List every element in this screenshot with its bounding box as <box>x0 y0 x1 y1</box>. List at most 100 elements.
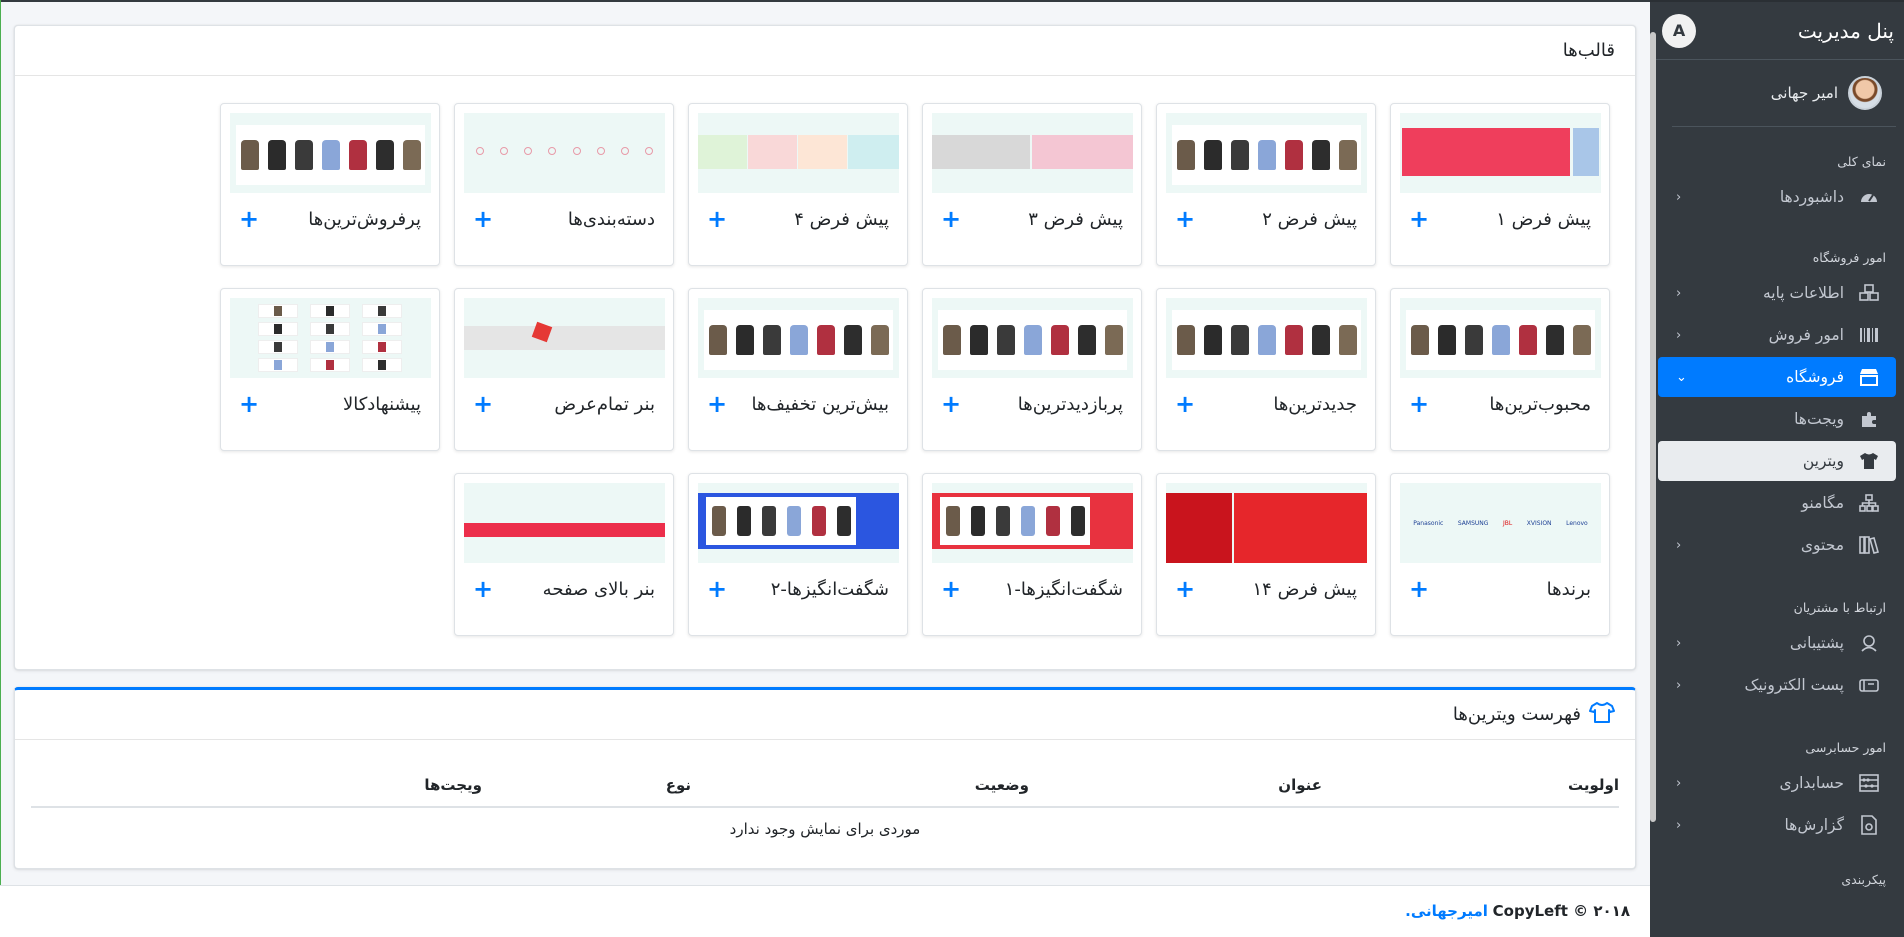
template-card[interactable]: پیش فرض ۴ + <box>688 103 908 266</box>
template-preview-image <box>932 483 1133 563</box>
template-caption: پیشنهادکالا + <box>239 389 421 419</box>
template-title: بنر تمام‌عرض <box>554 393 655 415</box>
file-invoice-icon <box>1858 814 1880 836</box>
template-title: شگفت‌انگیزها-۱ <box>1004 578 1123 600</box>
tachometer-icon <box>1858 186 1880 208</box>
col-status[interactable]: وضعیت <box>975 776 1029 794</box>
template-title: پیش فرض ۱ <box>1496 208 1591 230</box>
template-title: بیش‌ترین تخفیف‌ها <box>751 393 889 415</box>
template-title: پیش فرض ۴ <box>794 208 889 230</box>
template-preview-image <box>698 483 899 563</box>
sidebar-item-support[interactable]: پشتیبانی ‹ <box>1658 623 1896 663</box>
add-template-plus-icon[interactable]: + <box>707 207 727 231</box>
sidebar-item-email[interactable]: پست الکترونیک ‹ <box>1658 665 1896 705</box>
add-template-plus-icon[interactable]: + <box>1175 207 1195 231</box>
template-card[interactable]: پربازدیدترین‌ها + <box>922 288 1142 451</box>
sidebar-item-shop[interactable]: فروشگاه ⌄ <box>1658 357 1896 397</box>
empty-message: موردی برای نمایش وجود ندارد <box>729 820 921 838</box>
template-title: پیش فرض ۱۴ <box>1252 578 1357 600</box>
sitemap-icon <box>1858 492 1880 514</box>
table-header: اولویت عنوان وضعیت نوع ویجت‌ها <box>31 764 1619 808</box>
add-template-plus-icon[interactable]: + <box>473 392 493 416</box>
sidebar-item-dashboards[interactable]: داشبوردها ‹ <box>1658 177 1896 217</box>
template-title: دسته‌بندی‌ها <box>567 208 655 230</box>
chevron-left-icon: ‹ <box>1676 635 1682 651</box>
col-priority[interactable]: اولویت <box>1568 776 1619 794</box>
sidebar-item-basic-info[interactable]: اطلاعات پایه ‹ <box>1658 273 1896 313</box>
add-template-plus-icon[interactable]: + <box>941 392 961 416</box>
sidebar-item-reports[interactable]: گزارش‌ها ‹ <box>1658 805 1896 845</box>
template-preview-image <box>230 298 431 378</box>
template-card[interactable]: محبوب‌ترین‌ها + <box>1390 288 1610 451</box>
template-preview-image <box>464 298 665 378</box>
avatar <box>1848 76 1882 110</box>
template-card[interactable]: دسته‌بندی‌ها + <box>454 103 674 266</box>
col-type[interactable]: نوع <box>666 776 691 794</box>
template-caption: شگفت‌انگیزها-۲ + <box>707 574 889 604</box>
template-card[interactable]: پیشنهادکالا + <box>220 288 440 451</box>
add-template-plus-icon[interactable]: + <box>1409 392 1429 416</box>
brand-logo: A <box>1662 13 1696 48</box>
add-template-plus-icon[interactable]: + <box>473 577 493 601</box>
sidebar-item-megamenu[interactable]: مگامنو <box>1658 483 1896 523</box>
template-card[interactable]: پیش فرض ۲ + <box>1156 103 1376 266</box>
add-template-plus-icon[interactable]: + <box>1175 392 1195 416</box>
template-card[interactable]: بنر تمام‌عرض + <box>454 288 674 451</box>
sidebar-item-label: محتوی <box>1800 536 1844 554</box>
col-title[interactable]: عنوان <box>1278 776 1322 794</box>
add-template-plus-icon[interactable]: + <box>1409 577 1429 601</box>
template-caption: پیش فرض ۳ + <box>941 204 1123 234</box>
sidebar-item-widgets[interactable]: ویجت‌ها <box>1658 399 1896 439</box>
brand[interactable]: پنل مدیریت A <box>1650 2 1904 60</box>
add-template-plus-icon[interactable]: + <box>473 207 493 231</box>
sidebar-item-label: گزارش‌ها <box>1784 816 1844 834</box>
template-title: بنر بالای صفحه <box>542 578 655 600</box>
sidebar-item-sales[interactable]: امور فروش ‹ <box>1658 315 1896 355</box>
template-preview-image <box>464 483 665 563</box>
template-card[interactable]: پیش فرض ۱ + <box>1390 103 1610 266</box>
nav-header-config: پیکربندی <box>1841 872 1886 887</box>
add-template-plus-icon[interactable]: + <box>941 577 961 601</box>
template-card[interactable]: Panasonic SAMSUNG JBL XVISION Lenovo برندها + <box>1390 473 1610 636</box>
template-card[interactable]: پیش فرض ۱۴ + <box>1156 473 1376 636</box>
template-caption: بنر بالای صفحه + <box>473 574 655 604</box>
footer-author-link[interactable]: امیرجهانی. <box>1405 902 1488 920</box>
template-caption: محبوب‌ترین‌ها + <box>1409 389 1591 419</box>
add-template-plus-icon[interactable]: + <box>1409 207 1429 231</box>
template-preview-image <box>698 298 899 378</box>
template-title: جدیدترین‌ها <box>1273 393 1357 415</box>
add-template-plus-icon[interactable]: + <box>1175 577 1195 601</box>
template-preview-image <box>1166 113 1367 193</box>
chevron-left-icon: ‹ <box>1676 327 1682 343</box>
sidebar-item-label: فروشگاه <box>1786 368 1844 386</box>
col-widgets[interactable]: ویجت‌ها <box>424 776 482 794</box>
tshirt-icon <box>1589 701 1615 728</box>
add-template-plus-icon[interactable]: + <box>707 577 727 601</box>
template-card[interactable]: شگفت‌انگیزها-۱ + <box>922 473 1142 636</box>
add-template-plus-icon[interactable]: + <box>941 207 961 231</box>
add-template-plus-icon[interactable]: + <box>707 392 727 416</box>
add-template-plus-icon[interactable]: + <box>239 207 259 231</box>
chevron-left-icon: ‹ <box>1676 285 1682 301</box>
template-title: برندها <box>1546 578 1591 600</box>
template-preview-image <box>1400 298 1601 378</box>
sidebar-scrollbar[interactable] <box>1650 32 1656 822</box>
template-caption: پیش فرض ۴ + <box>707 204 889 234</box>
template-card[interactable]: جدیدترین‌ها + <box>1156 288 1376 451</box>
sidebar-item-label: اطلاعات پایه <box>1762 284 1844 302</box>
template-preview-image <box>1400 113 1601 193</box>
template-card[interactable]: شگفت‌انگیزها-۲ + <box>688 473 908 636</box>
template-card[interactable]: پیش فرض ۳ + <box>922 103 1142 266</box>
sidebar-item-accounting[interactable]: حسابداری ‹ <box>1658 763 1896 803</box>
template-card[interactable]: بنر بالای صفحه + <box>454 473 674 636</box>
add-template-plus-icon[interactable]: + <box>239 392 259 416</box>
template-card[interactable]: بیش‌ترین تخفیف‌ها + <box>688 288 908 451</box>
user-panel[interactable]: امیر جهانی <box>1672 60 1896 127</box>
template-title: پیش فرض ۲ <box>1262 208 1357 230</box>
template-card[interactable]: پرفروش‌ترین‌ها + <box>220 103 440 266</box>
template-preview-image: Panasonic SAMSUNG JBL XVISION Lenovo <box>1400 483 1601 563</box>
sidebar-item-showcase[interactable]: ویترین <box>1658 441 1896 481</box>
sidebar-item-content[interactable]: محتوی ‹ <box>1658 525 1896 565</box>
abacus-icon <box>1858 772 1880 794</box>
template-preview-image <box>464 113 665 193</box>
